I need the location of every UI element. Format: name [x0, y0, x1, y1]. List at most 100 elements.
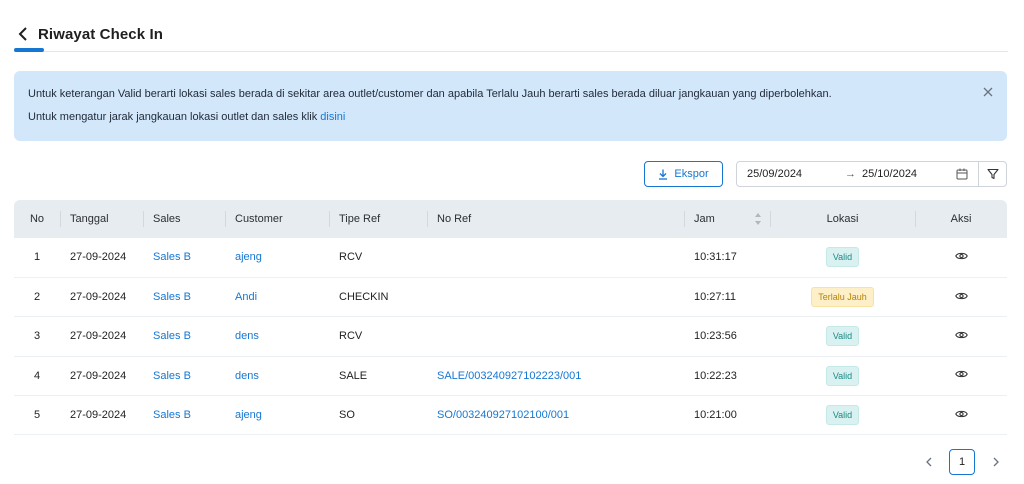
back-button[interactable] — [14, 25, 32, 43]
cell-customer: ajeng — [225, 238, 329, 278]
cell-customer: ajeng — [225, 395, 329, 436]
cell-no-ref — [427, 277, 684, 318]
sales-link[interactable]: Sales B — [153, 251, 191, 263]
cell-jam: 10:27:11 — [684, 277, 770, 318]
cell-sales: Sales B — [143, 395, 225, 436]
filter-icon — [986, 168, 999, 180]
customer-link[interactable]: Andi — [235, 291, 257, 303]
status-badge: Valid — [825, 326, 860, 347]
cell-tipe-ref: CHECKIN — [329, 277, 427, 318]
info-alert: Untuk keterangan Valid berarti lokasi sa… — [14, 71, 1007, 141]
calendar-icon[interactable] — [956, 168, 968, 180]
cell-aksi — [915, 356, 1007, 397]
table-row: 2 27-09-2024 Sales B Andi CHECKIN 10:27:11 Ter… — [14, 277, 1007, 318]
cell-no-ref: SO/003240927102100/001 — [427, 395, 684, 436]
sales-link[interactable]: Sales B — [153, 409, 191, 421]
eye-icon[interactable] — [954, 369, 968, 379]
sales-link[interactable]: Sales B — [153, 330, 191, 342]
date-range-picker[interactable]: 25/09/2024 → 25/10/2024 — [736, 161, 979, 187]
sales-link[interactable]: Sales B — [153, 370, 191, 382]
chevron-left-icon — [18, 27, 27, 41]
status-badge: Terlalu Jauh — [811, 287, 874, 308]
sales-link[interactable]: Sales B — [153, 291, 191, 303]
status-badge: Valid — [825, 405, 860, 426]
cell-sales: Sales B — [143, 238, 225, 278]
prev-page-button[interactable] — [917, 451, 939, 473]
column-header-customer: Customer — [225, 200, 329, 238]
cell-no: 2 — [14, 277, 60, 318]
pagination: 1 — [917, 449, 1007, 475]
settings-link[interactable]: disini — [320, 111, 345, 123]
cell-no: 1 — [14, 238, 60, 278]
cell-lokasi: Valid — [770, 316, 915, 357]
cell-aksi — [915, 316, 1007, 357]
eye-icon[interactable] — [954, 291, 968, 301]
status-badge: Valid — [825, 247, 860, 268]
customer-link[interactable]: ajeng — [235, 409, 262, 421]
customer-link[interactable]: ajeng — [235, 251, 262, 263]
page-title: Riwayat Check In — [38, 25, 163, 43]
chevron-right-icon — [993, 457, 999, 467]
no-ref-link[interactable]: SALE/003240927102223/001 — [437, 370, 581, 382]
cell-tanggal: 27-09-2024 — [60, 277, 143, 318]
column-header-jam-label: Jam — [694, 213, 715, 225]
cell-lokasi: Terlalu Jauh — [770, 277, 915, 318]
no-ref-link[interactable]: SO/003240927102100/001 — [437, 409, 569, 421]
table-header-row: No Tanggal Sales Customer Tipe Ref No Re… — [14, 200, 1007, 238]
download-icon — [659, 169, 668, 180]
next-page-button[interactable] — [985, 451, 1007, 473]
cell-customer: dens — [225, 356, 329, 397]
eye-icon[interactable] — [954, 330, 968, 340]
page-1-button[interactable]: 1 — [949, 449, 975, 475]
alert-close-button[interactable] — [981, 85, 995, 99]
cell-tipe-ref: RCV — [329, 316, 427, 357]
date-from-input[interactable]: 25/09/2024 — [747, 168, 837, 180]
column-header-no-ref: No Ref — [427, 200, 684, 238]
cell-lokasi: Valid — [770, 238, 915, 278]
cell-sales: Sales B — [143, 277, 225, 318]
close-icon — [983, 87, 993, 97]
chevron-left-icon — [925, 457, 931, 467]
tab-indicator — [14, 48, 44, 52]
date-to-input[interactable]: 25/10/2024 — [862, 168, 952, 180]
cell-aksi — [915, 238, 1007, 278]
cell-jam: 10:22:23 — [684, 356, 770, 397]
cell-jam: 10:21:00 — [684, 395, 770, 436]
cell-tanggal: 27-09-2024 — [60, 395, 143, 436]
cell-no-ref: SALE/003240927102223/001 — [427, 356, 684, 397]
column-header-no: No — [14, 200, 60, 238]
alert-text-2: Untuk mengatur jarak jangkauan lokasi ou… — [28, 109, 993, 125]
cell-no: 5 — [14, 395, 60, 436]
export-label: Ekspor — [674, 168, 709, 180]
cell-tanggal: 27-09-2024 — [60, 356, 143, 397]
checkin-table: No Tanggal Sales Customer Tipe Ref No Re… — [14, 200, 1007, 436]
cell-jam: 10:31:17 — [684, 238, 770, 278]
cell-lokasi: Valid — [770, 356, 915, 397]
alert-text-2-prefix: Untuk mengatur jarak jangkauan lokasi ou… — [28, 111, 321, 123]
cell-jam: 10:23:56 — [684, 316, 770, 357]
column-header-tipe-ref: Tipe Ref — [329, 200, 427, 238]
cell-tipe-ref: SO — [329, 395, 427, 436]
eye-icon[interactable] — [954, 409, 968, 419]
column-header-jam[interactable]: Jam — [684, 200, 770, 238]
sort-icon[interactable] — [754, 212, 762, 226]
alert-text-1: Untuk keterangan Valid berarti lokasi sa… — [28, 88, 832, 100]
cell-aksi — [915, 395, 1007, 436]
cell-no-ref — [427, 238, 684, 278]
cell-sales: Sales B — [143, 356, 225, 397]
cell-tipe-ref: SALE — [329, 356, 427, 397]
arrow-right-icon: → — [845, 168, 856, 180]
table-row: 4 27-09-2024 Sales B dens SALE SALE/003240927… — [14, 356, 1007, 397]
column-header-lokasi: Lokasi — [770, 200, 915, 238]
header-divider — [14, 51, 1008, 52]
eye-icon[interactable] — [954, 251, 968, 261]
cell-sales: Sales B — [143, 316, 225, 357]
filter-button[interactable] — [979, 161, 1007, 187]
cell-no-ref — [427, 316, 684, 357]
table-row: 1 27-09-2024 Sales B ajeng RCV 10:31:17 Valid — [14, 238, 1007, 278]
customer-link[interactable]: dens — [235, 330, 259, 342]
customer-link[interactable]: dens — [235, 370, 259, 382]
cell-no: 4 — [14, 356, 60, 397]
export-button[interactable]: Ekspor — [644, 161, 723, 187]
cell-customer: dens — [225, 316, 329, 357]
